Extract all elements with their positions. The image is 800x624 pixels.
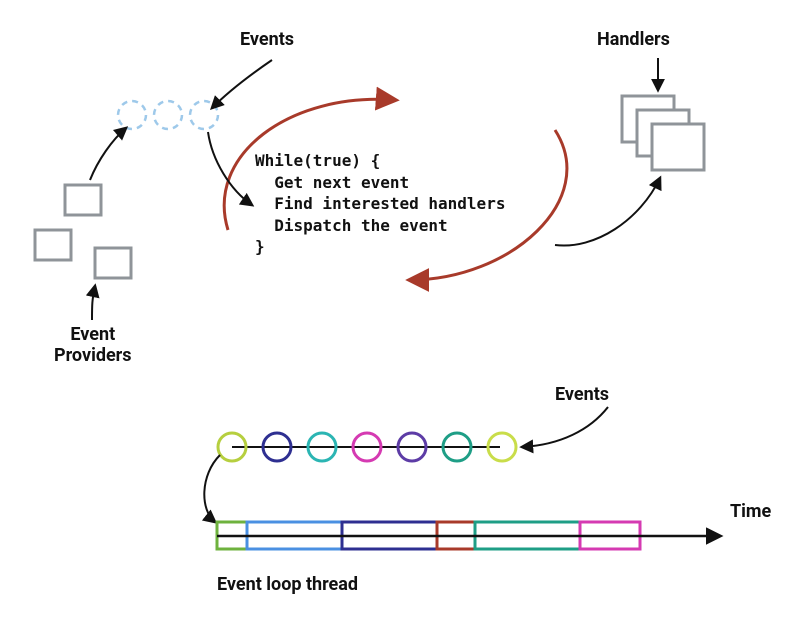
arrow-events-to-queue — [212, 60, 272, 108]
label-event-providers: Event Providers — [54, 325, 132, 366]
arrow-queue-to-loop — [208, 132, 252, 205]
label-events-top: Events — [240, 30, 294, 51]
label-events-bottom: Events — [555, 385, 609, 406]
arrow-loop-to-handlers — [555, 178, 660, 246]
diagram-canvas — [0, 0, 800, 624]
loop-code: While(true) { Get next event Find intere… — [255, 150, 505, 258]
label-handlers: Handlers — [597, 30, 670, 51]
handlers-stack — [622, 96, 704, 170]
event-queue-dashed — [118, 101, 218, 129]
arrow-box-to-queue — [90, 128, 126, 180]
label-time: Time — [730, 502, 771, 523]
event-chain — [218, 433, 516, 461]
arrow-providers-to-boxes — [92, 286, 95, 320]
label-event-loop-thread: Event loop thread — [217, 575, 358, 596]
event-provider-boxes — [35, 185, 131, 278]
arrow-events-to-chain — [522, 407, 608, 447]
arrow-chain-to-timeline — [204, 455, 220, 522]
